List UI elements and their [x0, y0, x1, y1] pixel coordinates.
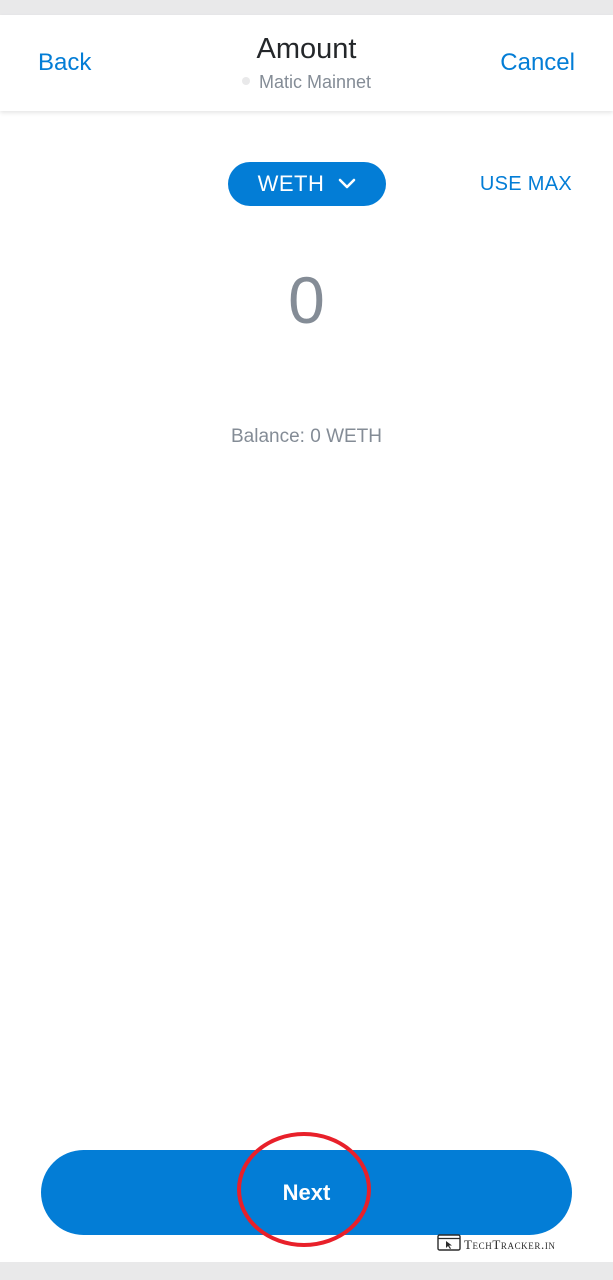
network-name: Matic Mainnet	[258, 72, 372, 92]
browser-cursor-icon	[437, 1234, 461, 1256]
send-amount-screen: Back Amount Matic Mainnet Cancel WETH US…	[0, 0, 613, 1280]
system-nav-bar	[0, 1262, 613, 1280]
status-bar	[0, 0, 613, 15]
navigation-header: Back Amount Matic Mainnet Cancel	[0, 15, 613, 111]
token-selector-button[interactable]: WETH	[228, 162, 386, 206]
amount-input[interactable]: 0	[0, 262, 613, 338]
chevron-down-icon	[338, 178, 356, 190]
network-status-dot	[241, 77, 250, 86]
balance-text: Balance: 0 WETH	[231, 426, 382, 447]
use-max-button[interactable]: USE MAX	[480, 173, 572, 196]
highlight-circle-annotation	[237, 1132, 371, 1247]
cancel-button[interactable]: Cancel	[500, 49, 575, 77]
watermark-text: TechTracker.in	[464, 1237, 556, 1252]
watermark: TechTracker.in	[437, 1234, 556, 1256]
token-symbol: WETH	[257, 171, 325, 196]
